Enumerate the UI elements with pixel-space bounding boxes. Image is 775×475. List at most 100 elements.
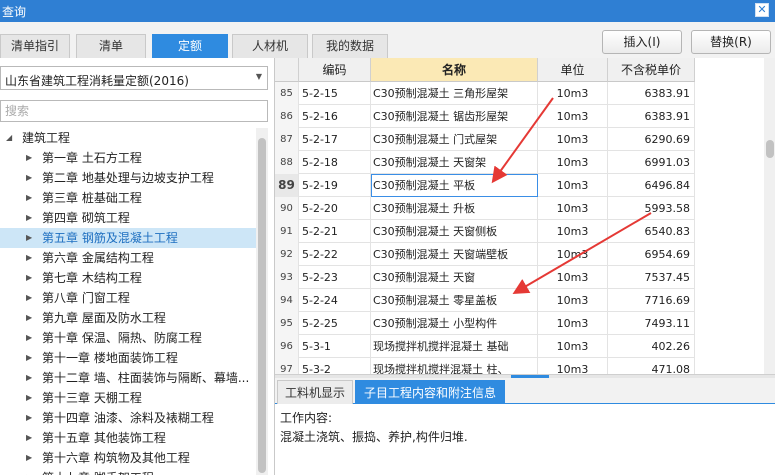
tree-item[interactable]: ▶ 第五章 钢筋及混凝土工程 [0, 228, 256, 248]
header-code[interactable]: 编码 [299, 58, 371, 82]
tree-item[interactable]: ▶ 第六章 金属结构工程 [0, 248, 256, 268]
work-content-text: 混凝土浇筑、振捣、养护,构件归堆. [280, 430, 468, 444]
caret-right-icon[interactable]: ▶ [26, 368, 32, 388]
tree-item[interactable]: ▶ 第十章 保温、隔热、防腐工程 [0, 328, 256, 348]
close-icon[interactable]: ✕ [755, 3, 769, 17]
tree-item[interactable]: ▶ 第七章 木结构工程 [0, 268, 256, 288]
header-name[interactable]: 名称 [371, 58, 538, 82]
tree-item[interactable]: ▶ 第一章 土石方工程 [0, 148, 256, 168]
replace-button[interactable]: 替换(R) [691, 30, 771, 54]
tab-labor-material-display[interactable]: 工料机显示 [277, 380, 353, 404]
tree-item-label: 第十七章 脚手架工程 [42, 468, 154, 475]
caret-right-icon[interactable]: ▶ [26, 468, 32, 475]
table-row[interactable]: 96 5-3-1 现场搅拌机搅拌混凝土 基础 10m3 402.26 [275, 335, 695, 358]
insert-button[interactable]: 插入(I) [602, 30, 682, 54]
caret-right-icon[interactable]: ▶ [26, 308, 32, 328]
table-scrollbar-thumb[interactable] [766, 140, 774, 158]
row-number: 95 [275, 312, 299, 335]
caret-right-icon[interactable]: ▶ [26, 248, 32, 268]
price-cell: 6540.83 [608, 220, 695, 243]
name-cell: C30预制混凝土 门式屋架 [371, 128, 538, 151]
tree-item[interactable]: ▶ 第十三章 天棚工程 [0, 388, 256, 408]
caret-right-icon[interactable]: ▶ [26, 268, 32, 288]
table-header: 编码 名称 单位 不含税单价 [275, 58, 695, 82]
header-price[interactable]: 不含税单价 [608, 58, 695, 82]
tab-labor-material-machine[interactable]: 人材机 [232, 34, 308, 58]
tab-bill[interactable]: 清单 [76, 34, 146, 58]
caret-right-icon[interactable]: ▶ [26, 168, 32, 188]
tree-item-label: 第二章 地基处理与边坡支护工程 [42, 171, 214, 185]
table-row[interactable]: 94 5-2-24 C30预制混凝土 零星盖板 10m3 7716.69 [275, 289, 695, 312]
unit-cell: 10m3 [538, 358, 608, 374]
caret-right-icon[interactable]: ▶ [26, 428, 32, 448]
table-row[interactable]: 87 5-2-17 C30预制混凝土 门式屋架 10m3 6290.69 [275, 128, 695, 151]
caret-right-icon[interactable]: ▶ [26, 148, 32, 168]
tab-my-data[interactable]: 我的数据 [312, 34, 388, 58]
code-cell: 5-2-25 [299, 312, 371, 335]
price-cell: 7493.11 [608, 312, 695, 335]
quota-library-select[interactable]: 山东省建筑工程消耗量定额(2016) ▼ [0, 66, 268, 90]
row-number: 92 [275, 243, 299, 266]
tab-bill-guide[interactable]: 清单指引 [0, 34, 70, 58]
caret-right-icon[interactable]: ▶ [26, 348, 32, 368]
quota-library-value: 山东省建筑工程消耗量定额(2016) [5, 74, 189, 88]
table-scrollbar[interactable] [764, 58, 775, 374]
price-cell: 6991.03 [608, 151, 695, 174]
caret-right-icon[interactable]: ▶ [26, 328, 32, 348]
tree-item[interactable]: ▶ 第九章 屋面及防水工程 [0, 308, 256, 328]
window-title: 查询 [2, 5, 27, 19]
table-row[interactable]: 91 5-2-21 C30预制混凝土 天窗侧板 10m3 6540.83 [275, 220, 695, 243]
tree-item[interactable]: ▶ 第十一章 楼地面装饰工程 [0, 348, 256, 368]
price-cell: 471.08 [608, 358, 695, 374]
tree-item[interactable]: ▶ 第十五章 其他装饰工程 [0, 428, 256, 448]
caret-down-icon[interactable]: ◢ [6, 128, 12, 148]
tree-item[interactable]: ▶ 第十六章 构筑物及其他工程 [0, 448, 256, 468]
tree-item[interactable]: ▶ 第二章 地基处理与边坡支护工程 [0, 168, 256, 188]
price-cell: 6383.91 [608, 82, 695, 105]
name-cell: C30预制混凝土 小型构件 [371, 312, 538, 335]
table-row[interactable]: 90 5-2-20 C30预制混凝土 升板 10m3 5993.58 [275, 197, 695, 220]
unit-cell: 10m3 [538, 243, 608, 266]
table-row[interactable]: 93 5-2-23 C30预制混凝土 天窗 10m3 7537.45 [275, 266, 695, 289]
caret-right-icon[interactable]: ▶ [26, 208, 32, 228]
table-row[interactable]: 92 5-2-22 C30预制混凝土 天窗端壁板 10m3 6954.69 [275, 243, 695, 266]
table-row[interactable]: 97 5-3-2 现场搅拌机搅拌混凝土 柱、 10m3 471.08 [275, 358, 695, 374]
tree-item-label: 第十一章 楼地面装饰工程 [42, 351, 178, 365]
table-row[interactable]: 95 5-2-25 C30预制混凝土 小型构件 10m3 7493.11 [275, 312, 695, 335]
caret-right-icon[interactable]: ▶ [26, 448, 32, 468]
tree-item[interactable]: ▶ 第八章 门窗工程 [0, 288, 256, 308]
header-row-number [275, 58, 299, 82]
caret-right-icon[interactable]: ▶ [26, 388, 32, 408]
tree-item-label: 第十四章 油漆、涂料及裱糊工程 [42, 411, 214, 425]
tree-root[interactable]: ◢ 建筑工程 [0, 128, 256, 148]
tab-work-content-notes[interactable]: 子目工程内容和附注信息 [355, 380, 505, 404]
caret-right-icon[interactable]: ▶ [26, 228, 32, 248]
tree-item-label: 第十五章 其他装饰工程 [42, 431, 166, 445]
tab-quota[interactable]: 定额 [152, 34, 228, 58]
caret-right-icon[interactable]: ▶ [26, 188, 32, 208]
table-row[interactable]: 86 5-2-16 C30预制混凝土 锯齿形屋架 10m3 6383.91 [275, 105, 695, 128]
chevron-down-icon[interactable]: ▼ [256, 72, 262, 81]
price-cell: 6496.84 [608, 174, 695, 197]
search-input[interactable] [1, 101, 263, 121]
tree-root-label: 建筑工程 [22, 131, 71, 145]
table-row[interactable]: 88 5-2-18 C30预制混凝土 天窗架 10m3 6991.03 [275, 151, 695, 174]
header-unit[interactable]: 单位 [538, 58, 608, 82]
row-number: 90 [275, 197, 299, 220]
table-row[interactable]: 89 5-2-19 C30预制混凝土 平板 10m3 6496.84 [275, 174, 695, 197]
caret-right-icon[interactable]: ▶ [26, 288, 32, 308]
tree-item[interactable]: ▶ 第十二章 墙、柱面装饰与隔断、幕墙... [0, 368, 256, 388]
tree-scrollbar-thumb[interactable] [258, 138, 266, 473]
table-row[interactable]: 85 5-2-15 C30预制混凝土 三角形屋架 10m3 6383.91 [275, 82, 695, 105]
caret-right-icon[interactable]: ▶ [26, 408, 32, 428]
search-box[interactable] [0, 100, 268, 122]
tree-item[interactable]: ▶ 第十四章 油漆、涂料及裱糊工程 [0, 408, 256, 428]
tree-item-label: 第一章 土石方工程 [42, 151, 142, 165]
tree-item[interactable]: ▶ 第四章 砌筑工程 [0, 208, 256, 228]
title-bar: 查询 ✕ [0, 0, 775, 22]
row-number: 85 [275, 82, 299, 105]
tree-scrollbar[interactable] [256, 128, 268, 475]
tree-item[interactable]: ▶ 第十七章 脚手架工程 [0, 468, 256, 475]
tree-item-label: 第十二章 墙、柱面装饰与隔断、幕墙... [42, 371, 250, 385]
tree-item[interactable]: ▶ 第三章 桩基础工程 [0, 188, 256, 208]
